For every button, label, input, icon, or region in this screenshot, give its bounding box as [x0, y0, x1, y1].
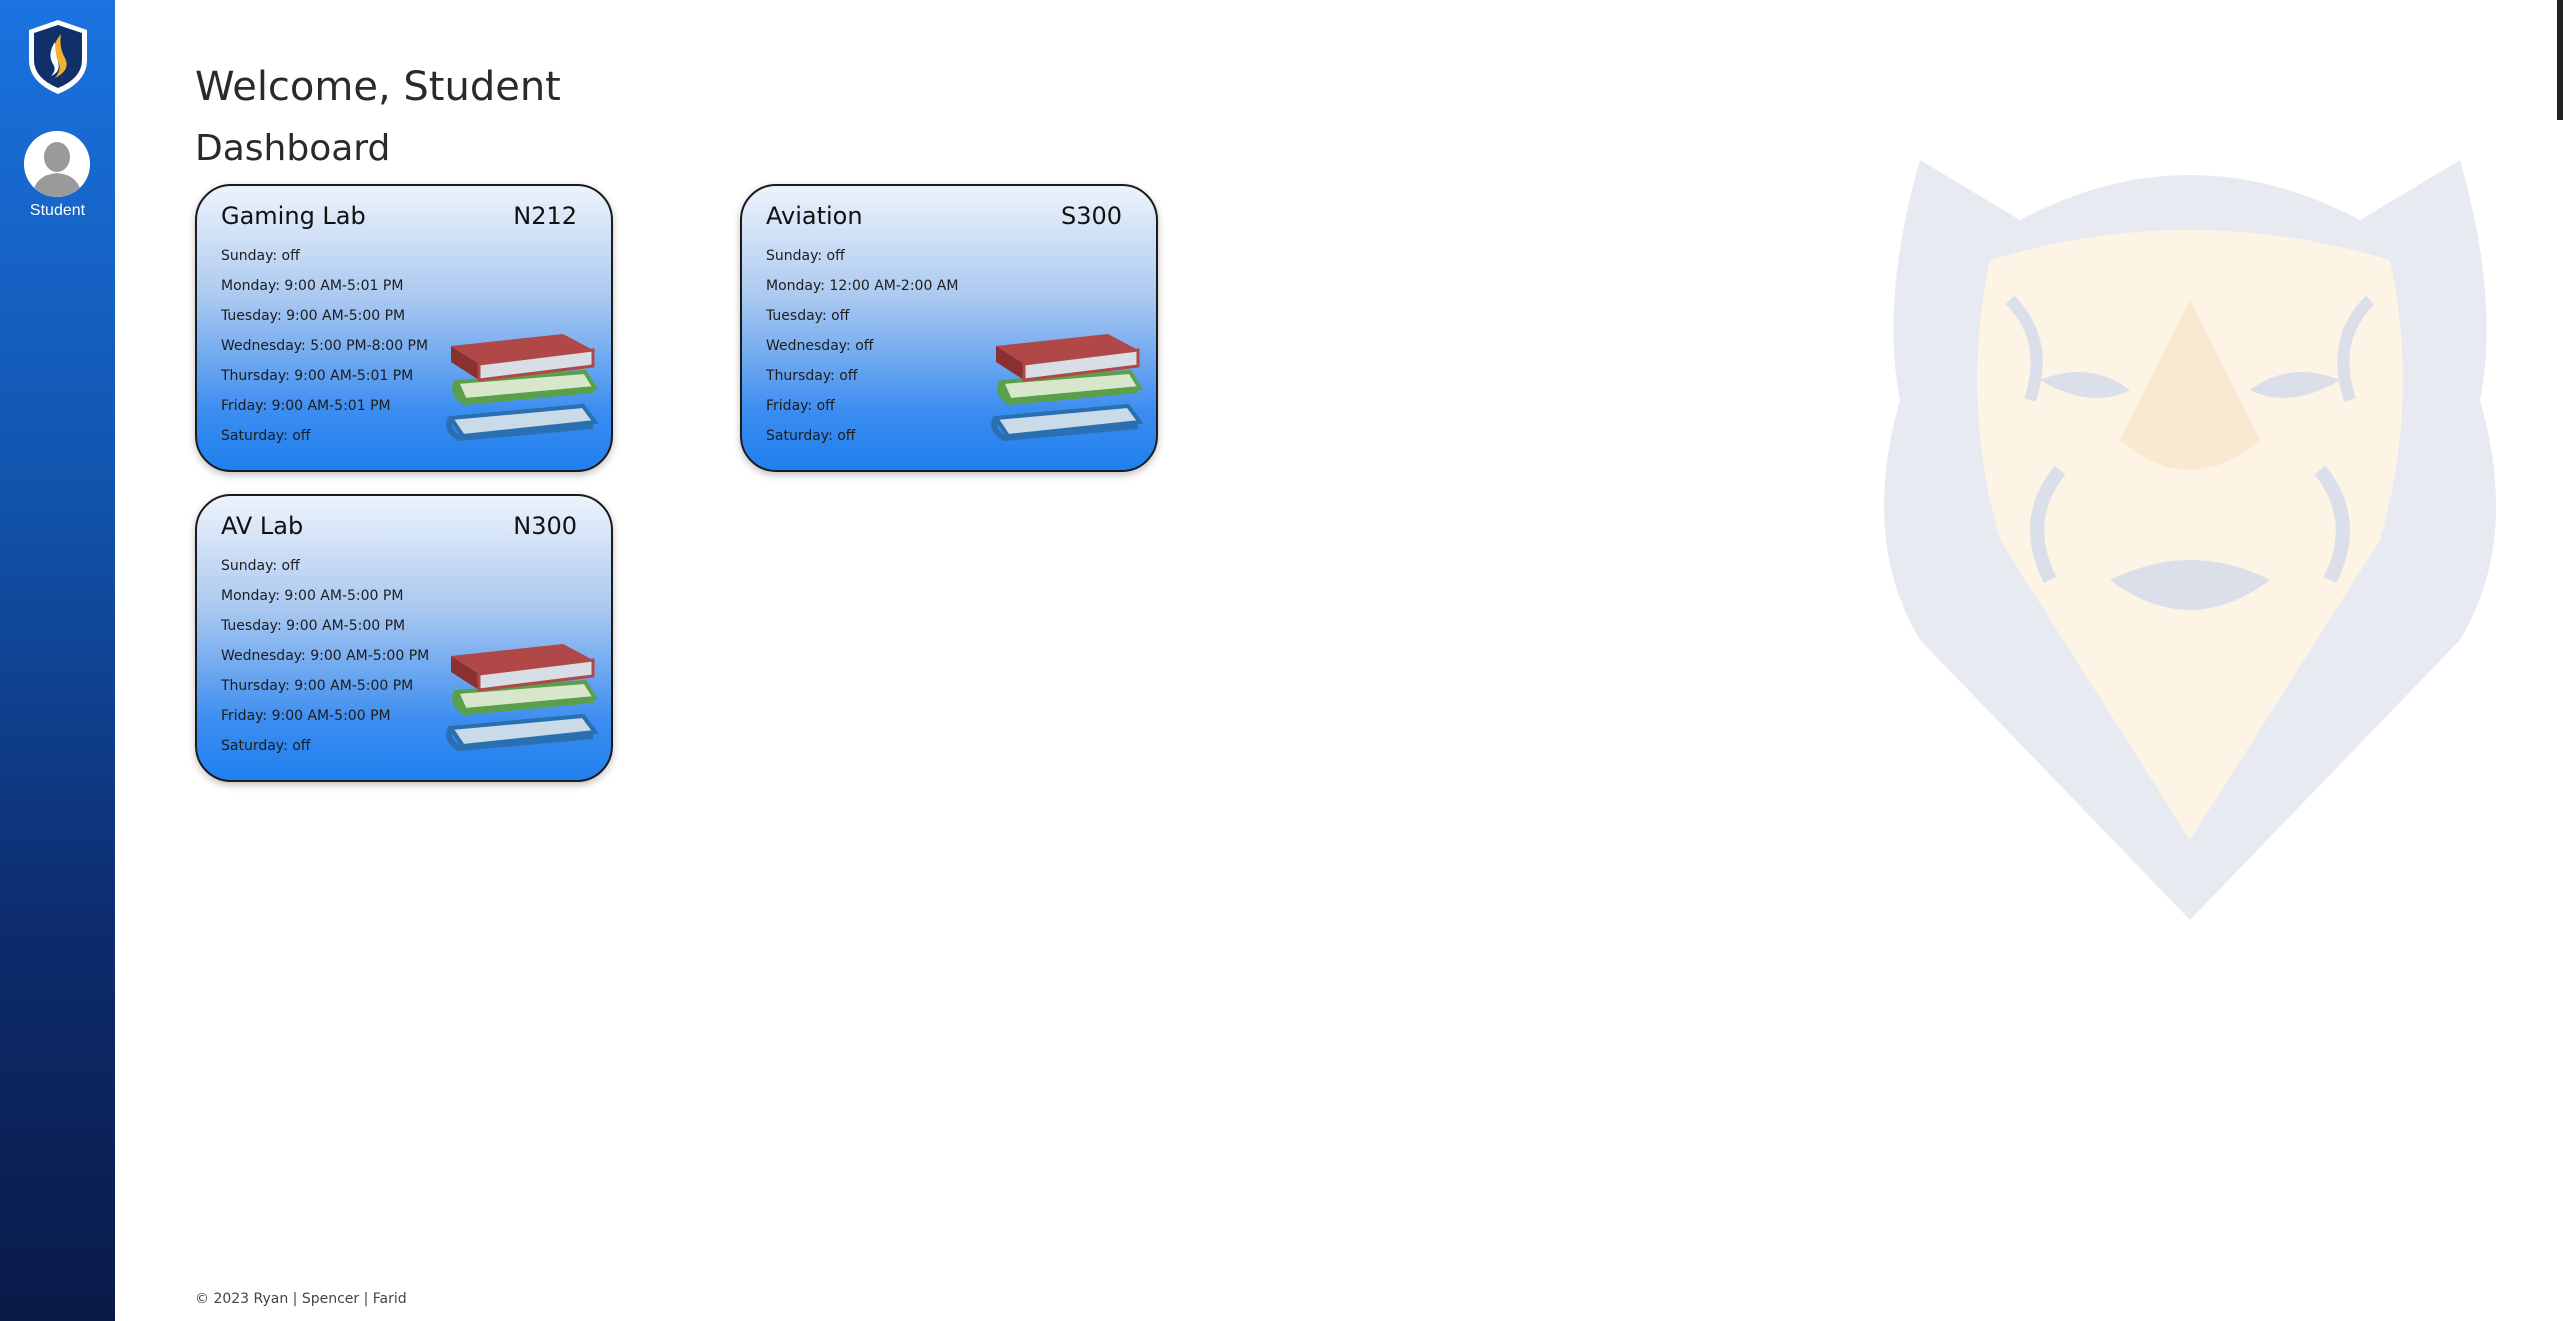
- flame-shield-logo-icon[interactable]: [25, 18, 91, 96]
- lab-card[interactable]: AV Lab N300 Sunday: off Monday: 9:00 AM-5:0…: [195, 494, 613, 782]
- lab-hours-item: Thursday: 9:00 AM-5:00 PM: [221, 678, 414, 694]
- scrollbar[interactable]: [2557, 0, 2563, 120]
- lab-hours-item: Wednesday: 9:00 AM-5:00 PM: [221, 648, 430, 664]
- lab-hours-item: Monday: 9:00 AM-5:01 PM: [221, 278, 404, 294]
- lab-hours-item: Monday: 9:00 AM-5:00 PM: [221, 588, 404, 604]
- user-avatar-icon[interactable]: [24, 131, 90, 197]
- books-stack-icon: [443, 326, 603, 451]
- lab-card[interactable]: Gaming Lab N212 Sunday: off Monday: 9:00 AM…: [195, 184, 613, 472]
- lab-card[interactable]: Aviation S300 Sunday: off Monday: 12:00 AM-…: [740, 184, 1158, 472]
- lab-hours-list: Sunday: off Monday: 9:00 AM-5:01 PM Tuesda…: [221, 246, 428, 456]
- dashboard-title: Dashboard: [195, 128, 391, 169]
- lab-name: Aviation: [766, 202, 863, 230]
- lab-name: AV Lab: [221, 512, 304, 540]
- lab-hours-item: Wednesday: 5:00 PM-8:00 PM: [221, 338, 429, 354]
- sidebar: Student: [0, 0, 115, 1321]
- user-role-label: Student: [29, 202, 86, 219]
- lab-hours-item: Saturday: off: [221, 428, 311, 444]
- lab-room-number: N300: [513, 512, 577, 540]
- books-stack-icon: [443, 636, 603, 761]
- lab-hours-item: Tuesday: off: [766, 308, 850, 324]
- lab-hours-item: Sunday: off: [221, 558, 300, 574]
- lab-hours-item: Sunday: off: [221, 248, 300, 264]
- lab-hours-item: Wednesday: off: [766, 338, 874, 354]
- lab-hours-item: Saturday: off: [221, 738, 311, 754]
- lab-hours-list: Sunday: off Monday: 9:00 AM-5:00 PM Tuesda…: [221, 556, 429, 766]
- lab-hours-item: Friday: 9:00 AM-5:01 PM: [221, 398, 391, 414]
- welcome-heading: Welcome, Student: [195, 64, 561, 110]
- lab-hours-item: Sunday: off: [766, 248, 845, 264]
- lab-hours-item: Friday: off: [766, 398, 835, 414]
- lab-hours-item: Tuesday: 9:00 AM-5:00 PM: [221, 618, 406, 634]
- lab-hours-item: Thursday: 9:00 AM-5:01 PM: [221, 368, 414, 384]
- lab-hours-item: Friday: 9:00 AM-5:00 PM: [221, 708, 391, 724]
- lab-room-number: N212: [513, 202, 577, 230]
- lab-hours-item: Thursday: off: [766, 368, 858, 384]
- lab-name: Gaming Lab: [221, 202, 366, 230]
- lab-hours-item: Monday: 12:00 AM-2:00 AM: [766, 278, 959, 294]
- books-stack-icon: [988, 326, 1148, 451]
- lab-room-number: S300: [1060, 202, 1122, 230]
- lab-hours-list: Sunday: off Monday: 12:00 AM-2:00 AM Tuesd…: [766, 246, 958, 456]
- tiger-watermark: [1884, 160, 2496, 920]
- footer-credits: © 2023 Ryan | Spencer | Farid: [195, 1291, 407, 1307]
- lab-hours-item: Tuesday: 9:00 AM-5:00 PM: [221, 308, 406, 324]
- lab-hours-item: Saturday: off: [766, 428, 856, 444]
